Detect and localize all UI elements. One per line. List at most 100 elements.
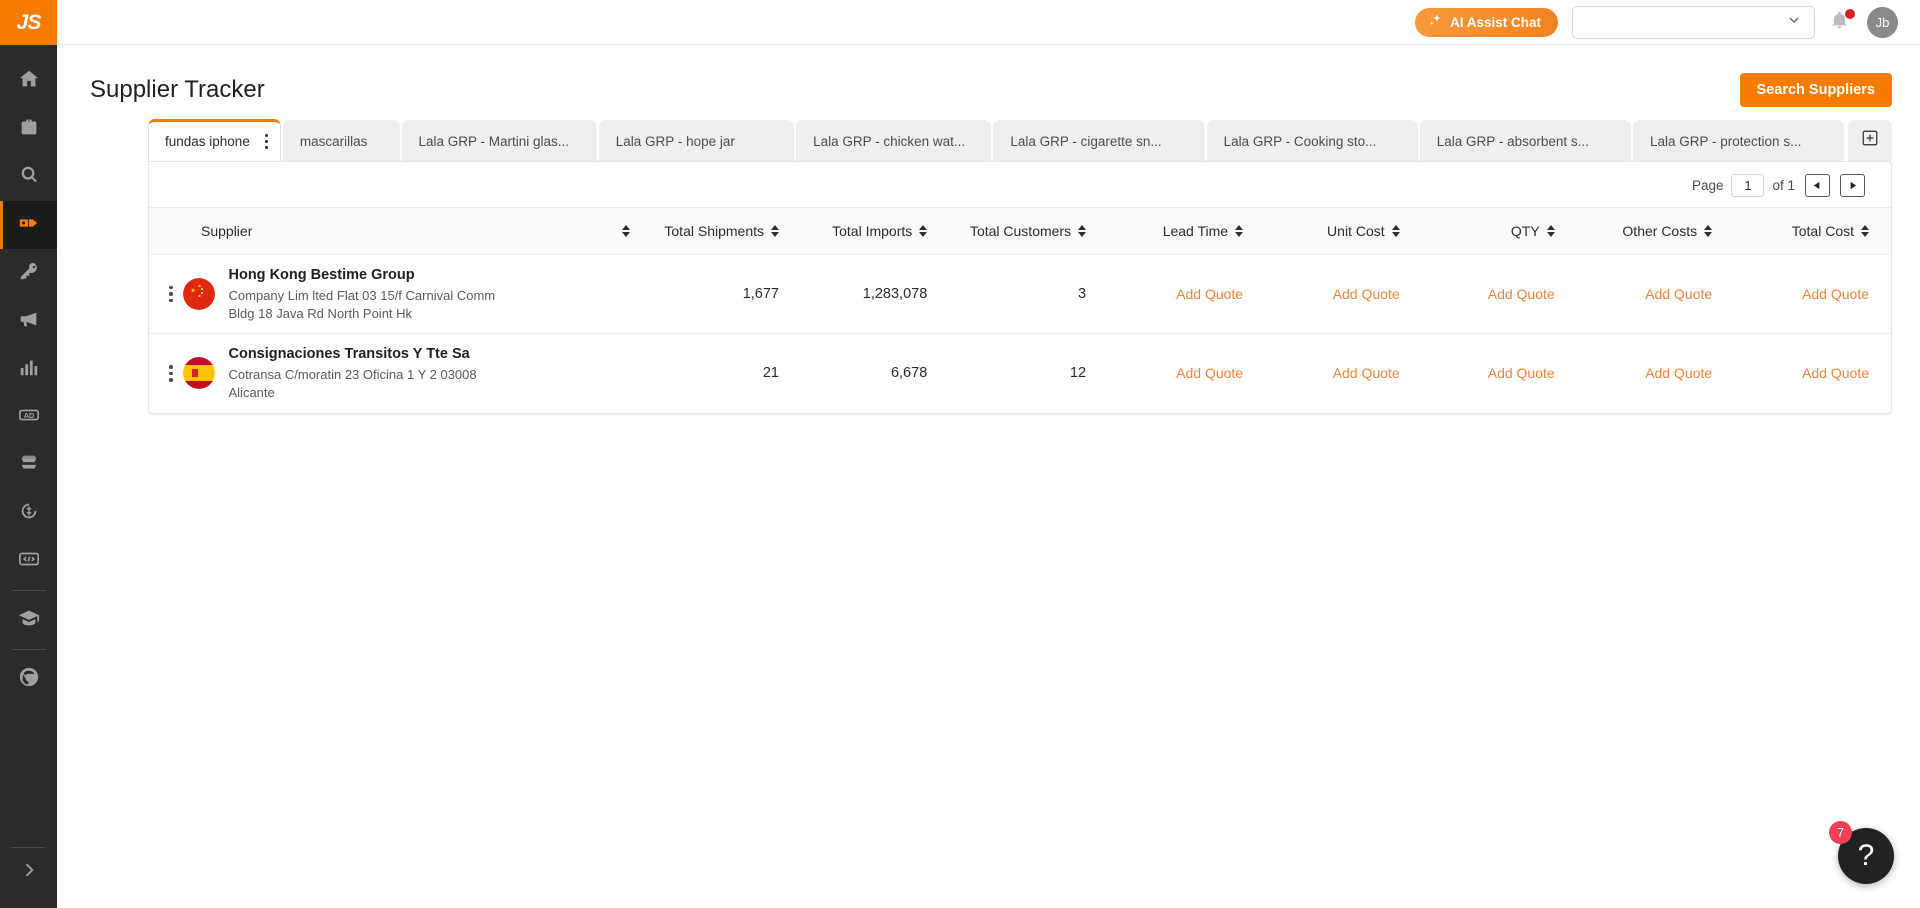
column-lead-time[interactable]: Lead Time (1108, 208, 1265, 255)
sort-icon[interactable] (1546, 225, 1555, 237)
sort-icon[interactable] (919, 225, 928, 237)
add-quote-link[interactable]: Add Quote (1176, 286, 1243, 302)
academy-icon (18, 607, 40, 634)
triangle-left-icon (1813, 178, 1822, 193)
column-total-cost[interactable]: Total Cost (1734, 208, 1891, 255)
cell-total-cost: Add Quote (1734, 334, 1891, 413)
column-other-costs[interactable]: Other Costs (1577, 208, 1734, 255)
table-row[interactable]: Hong Kong Bestime Group Company Lim lted… (149, 255, 1891, 334)
sidebar-item-refunds[interactable] (0, 489, 57, 537)
ai-assist-chat-label: AI Assist Chat (1449, 14, 1541, 30)
sidebar-item-analytics[interactable] (0, 345, 57, 393)
sort-icon[interactable] (1391, 225, 1400, 237)
sort-icon[interactable] (1078, 225, 1087, 237)
tab-label: Lala GRP - Cooking sto... (1223, 133, 1377, 149)
column-total-imports[interactable]: Total Imports (801, 208, 949, 255)
sort-icon[interactable] (621, 225, 630, 237)
sort-icon[interactable] (771, 225, 779, 237)
add-quote-link[interactable]: Add Quote (1802, 365, 1869, 381)
cell-qty: Add Quote (1422, 255, 1577, 334)
search-suppliers-button[interactable]: Search Suppliers (1739, 73, 1892, 107)
row-menu-icon[interactable] (159, 359, 183, 388)
sort-icon[interactable] (1704, 225, 1713, 237)
help-button[interactable]: ? 7 (1829, 821, 1894, 884)
pagination-prev-button[interactable] (1805, 174, 1830, 197)
plus-box-icon (1861, 129, 1879, 152)
tab-cooking-stove[interactable]: Lala GRP - Cooking sto... (1206, 120, 1418, 161)
cell-lead-time: Add Quote (1108, 334, 1265, 413)
tab-label: Lala GRP - absorbent s... (1436, 133, 1589, 149)
table-row[interactable]: Consignaciones Transitos Y Tte Sa Cotran… (149, 334, 1891, 413)
sort-icon[interactable] (1861, 225, 1869, 237)
sidebar-item-keyword-search[interactable] (0, 153, 57, 201)
tab-protection-sheet[interactable]: Lala GRP - protection s... (1633, 120, 1845, 161)
key-icon (18, 260, 40, 287)
sidebar-item-extension[interactable] (0, 655, 57, 703)
notifications-button[interactable] (1829, 9, 1855, 35)
ai-assist-chat-button[interactable]: AI Assist Chat (1414, 7, 1558, 37)
supplier-tracker-icon (18, 212, 40, 239)
add-quote-link[interactable]: Add Quote (1176, 365, 1243, 381)
pagination-page-label: Page (1691, 178, 1724, 193)
cell-unit-cost: Add Quote (1265, 255, 1422, 334)
supplier-address-line-2: Alicante (228, 385, 275, 401)
pagination-next-button[interactable] (1840, 174, 1865, 197)
app-logo[interactable]: JS (0, 0, 57, 45)
tab-menu-icon[interactable] (262, 131, 272, 153)
code-icon (18, 548, 40, 575)
column-qty[interactable]: QTY (1422, 208, 1577, 255)
row-menu-icon[interactable] (159, 280, 183, 309)
sidebar-item-supplier-tracker[interactable] (0, 201, 57, 249)
svg-text:AD: AD (23, 410, 34, 419)
tab-fundas-iphone[interactable]: fundas iphone (148, 119, 281, 161)
inventory-icon (18, 452, 40, 479)
column-unit-cost[interactable]: Unit Cost (1265, 208, 1422, 255)
tab-martini-glass[interactable]: Lala GRP - Martini glas... (401, 120, 597, 161)
tab-hope-jar[interactable]: Lala GRP - hope jar (598, 120, 795, 161)
sidebar-item-home[interactable] (0, 57, 57, 105)
ad-icon: AD (18, 404, 40, 431)
sidebar-item-promotions[interactable] (0, 297, 57, 345)
sidebar-item-advertising[interactable]: AD (0, 393, 57, 441)
add-quote-link[interactable]: Add Quote (1488, 286, 1555, 302)
tab-absorbent-sheet[interactable]: Lala GRP - absorbent s... (1419, 120, 1631, 161)
cell-total-shipments: 21 (762, 365, 779, 382)
sort-icon[interactable] (1235, 225, 1244, 237)
supplier-name: Consignaciones Transitos Y Tte Sa (228, 345, 470, 362)
refund-icon (18, 500, 40, 527)
account-select[interactable] (1572, 5, 1815, 39)
pagination: Page of 1 (149, 162, 1891, 207)
cell-other-costs: Add Quote (1577, 255, 1734, 334)
column-total-customers[interactable]: Total Customers (949, 208, 1108, 255)
sidebar-expand-button[interactable] (0, 852, 57, 892)
add-quote-link[interactable]: Add Quote (1645, 365, 1712, 381)
pagination-page-input[interactable] (1731, 174, 1765, 197)
add-quote-link[interactable]: Add Quote (1645, 286, 1712, 302)
column-total-shipments[interactable]: Total Shipments (652, 208, 801, 255)
cell-supplier: Hong Kong Bestime Group Company Lim lted… (149, 255, 652, 334)
column-label: Supplier (201, 223, 253, 239)
chevron-right-icon (19, 860, 39, 885)
supplier-table: Supplier Total Shipments Total Imports T… (149, 207, 1891, 413)
add-quote-link[interactable]: Add Quote (1333, 365, 1400, 381)
sidebar-item-developer[interactable] (0, 537, 57, 585)
tab-chicken-water[interactable]: Lala GRP - chicken wat... (796, 120, 992, 161)
sidebar: JS AD (0, 0, 57, 908)
add-quote-link[interactable]: Add Quote (1333, 286, 1400, 302)
sidebar-item-inventory[interactable] (0, 441, 57, 489)
column-label: Other Costs (1622, 223, 1698, 239)
sidebar-item-toolbox[interactable] (0, 105, 57, 153)
add-tab-button[interactable] (1848, 120, 1893, 161)
add-quote-link[interactable]: Add Quote (1488, 365, 1555, 381)
add-quote-link[interactable]: Add Quote (1802, 286, 1869, 302)
extension-icon (18, 666, 40, 693)
home-icon (18, 68, 40, 95)
column-supplier[interactable]: Supplier (149, 208, 652, 255)
keyword-search-icon (18, 164, 40, 191)
sidebar-item-keywords[interactable] (0, 249, 57, 297)
help-badge: 7 (1829, 821, 1852, 844)
sidebar-item-academy[interactable] (0, 596, 57, 644)
avatar[interactable]: Jb (1867, 6, 1898, 38)
tab-cigarette-snuffer[interactable]: Lala GRP - cigarette sn... (993, 120, 1205, 161)
tab-mascarillas[interactable]: mascarillas (282, 120, 400, 161)
